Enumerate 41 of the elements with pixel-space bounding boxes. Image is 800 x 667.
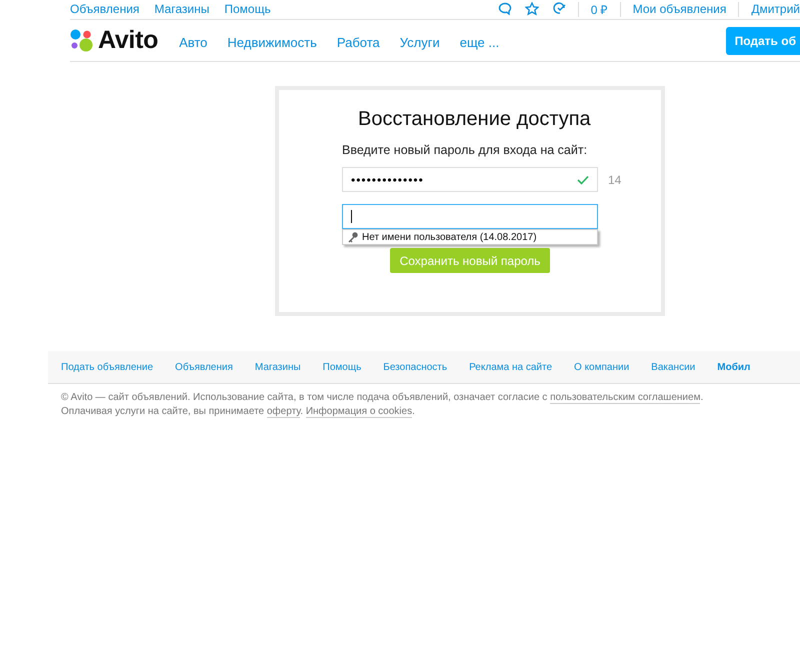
autocomplete-text: Нет имени пользователя (14.08.2017) xyxy=(362,232,537,242)
nav-link[interactable]: Услуги xyxy=(400,32,440,50)
legal-text: Оплачивая услуги на сайте, вы принимаете оферту. Информация о cookies. xyxy=(61,405,416,419)
save-password-button[interactable]: Сохранить новый пароль xyxy=(390,248,550,273)
password-dots: •••••••••••••• xyxy=(351,172,424,186)
footer-link[interactable]: Помощь xyxy=(322,362,362,372)
autocomplete-item[interactable]: Нет имени пользователя (14.08.2017) xyxy=(342,229,598,245)
nav-link[interactable]: Работа xyxy=(336,32,380,50)
logo-text[interactable]: Avito xyxy=(98,26,158,55)
legal-text: © Avito — сайт объявлений. Использование сайта, в том числе подача объявлений, означает согласие с пользовательским соглашением. xyxy=(61,391,704,405)
footer-link[interactable]: Мобил xyxy=(717,362,750,372)
key-icon xyxy=(347,232,358,242)
footer-link[interactable]: Магазины xyxy=(254,362,301,372)
field-label: Введите новый пароль для входа на сайт: xyxy=(342,143,588,157)
footer-link[interactable]: Подать объявление xyxy=(61,362,154,372)
confirm-password-field[interactable] xyxy=(342,204,598,229)
my-ads-link[interactable]: Мои объявления xyxy=(632,2,726,16)
nav-link[interactable]: еще ... xyxy=(460,32,500,50)
page-title: Восстановление доступа xyxy=(358,108,592,131)
footer-link[interactable]: Вакансии xyxy=(651,362,696,372)
top-link[interactable]: Магазины xyxy=(154,2,210,16)
footer-link[interactable]: Безопасность xyxy=(383,362,448,372)
logo-dots-icon[interactable] xyxy=(70,29,93,52)
nav-link[interactable]: Недвижимость xyxy=(227,32,317,50)
char-count: 14 xyxy=(608,172,622,186)
post-ad-button[interactable]: Подать об xyxy=(726,26,800,54)
footer-link[interactable]: Объявления xyxy=(175,362,233,372)
footer-link[interactable]: О компании xyxy=(574,362,630,372)
balance-link[interactable]: 0 ₽ xyxy=(590,0,608,18)
legal-link[interactable]: оферту xyxy=(266,406,300,418)
chat-icon[interactable] xyxy=(498,2,512,16)
footer-link[interactable]: Реклама на сайте xyxy=(469,362,552,372)
star-icon[interactable] xyxy=(524,2,539,16)
legal-link[interactable]: пользовательским соглашением xyxy=(550,392,700,404)
top-link[interactable]: Объявления xyxy=(70,2,140,16)
clock-check-icon[interactable] xyxy=(552,2,566,16)
user-link[interactable]: Дмитрий xyxy=(751,2,800,16)
nav-link[interactable]: Авто xyxy=(179,32,208,50)
legal-link[interactable]: Информация о cookies xyxy=(306,406,412,418)
top-link[interactable]: Помощь xyxy=(224,2,271,16)
password-field[interactable]: •••••••••••••• xyxy=(342,167,598,192)
